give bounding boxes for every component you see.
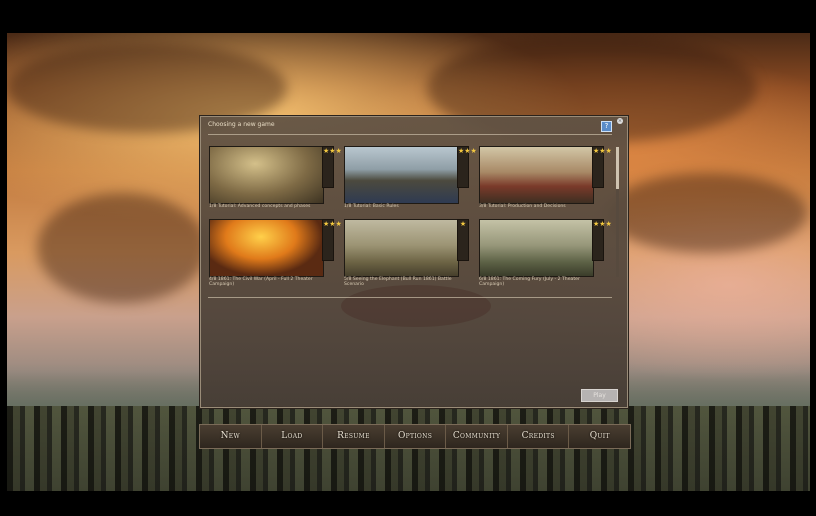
difficulty-stars: ★★★ (457, 146, 477, 188)
scenario-card[interactable]: ★★★ 4/8 1861: The Civil War (April - Ful… (209, 219, 342, 291)
divider (208, 134, 612, 135)
difficulty-stars: ★★★ (322, 146, 342, 188)
menu-load[interactable]: Load (262, 425, 324, 448)
scenario-card[interactable]: ★★★ 1/8 Tutorial: Advanced concepts and … (209, 146, 342, 218)
play-button[interactable]: Play (581, 389, 618, 402)
scenario-caption: 4/8 1861: The Civil War (April - Full 2 … (209, 277, 313, 288)
help-icon[interactable]: ? (601, 121, 612, 132)
scrollbar-thumb[interactable] (616, 147, 619, 189)
close-icon[interactable]: × (617, 118, 623, 124)
scenario-card[interactable]: ★★★ 6/8 1861: The Coming Fury (July - 2 … (479, 219, 612, 291)
scenario-card[interactable]: ★★★ 1/8 Tutorial: Basic Rules (344, 146, 477, 218)
emblem-watermark (341, 285, 491, 327)
scenario-card[interactable]: ★ 5/8 Seeing the Elephant (Bull Run 1861… (344, 219, 469, 291)
menu-quit[interactable]: Quit (569, 425, 630, 448)
scenario-caption: 5/8 Seeing the Elephant (Bull Run 1861) … (344, 277, 452, 288)
scenario-caption: 3/8 Tutorial: Production and Decisions (479, 204, 566, 209)
divider (208, 297, 612, 298)
menu-options[interactable]: Options (385, 425, 447, 448)
menu-community[interactable]: Community (446, 425, 508, 448)
menu-resume[interactable]: Resume (323, 425, 385, 448)
scenario-thumbnail (344, 219, 459, 277)
scenario-thumbnail (344, 146, 459, 204)
difficulty-stars: ★ (457, 219, 469, 261)
scenario-thumbnail (479, 146, 594, 204)
scenario-thumbnail (209, 219, 324, 277)
scenario-caption: 1/8 Tutorial: Advanced concepts and phas… (209, 204, 311, 209)
scenario-caption: 6/8 1861: The Coming Fury (July - 2 Thea… (479, 277, 580, 288)
difficulty-stars: ★★★ (592, 146, 612, 188)
menu-new[interactable]: New (200, 425, 262, 448)
main-menu-bar: New Load Resume Options Community Credit… (199, 424, 631, 449)
difficulty-stars: ★★★ (592, 219, 612, 261)
dialog-title: Choosing a new game (208, 121, 275, 128)
new-game-dialog: Choosing a new game ? × ★★★ 1/8 Tutorial… (200, 116, 628, 408)
menu-credits[interactable]: Credits (508, 425, 570, 448)
difficulty-stars: ★★★ (322, 219, 342, 261)
scenario-card[interactable]: ★★★ 3/8 Tutorial: Production and Decisio… (479, 146, 612, 218)
scenario-caption: 1/8 Tutorial: Basic Rules (344, 204, 399, 209)
scenario-thumbnail (209, 146, 324, 204)
scrollbar[interactable] (616, 147, 619, 277)
scenario-thumbnail (479, 219, 594, 277)
